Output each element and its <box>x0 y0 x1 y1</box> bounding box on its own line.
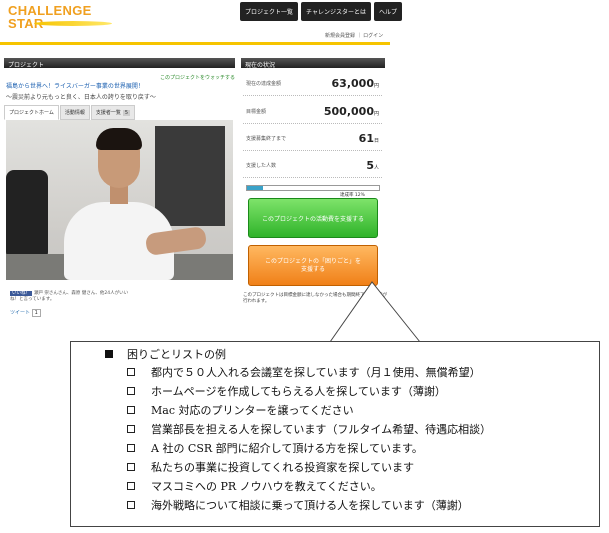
stat-value: 500,000円 <box>323 105 379 118</box>
tab-label: 活動情報 <box>64 110 85 116</box>
stat-supporters: 支援した人数 5人 <box>243 154 382 178</box>
nav-help[interactable]: ヘルプ <box>373 2 402 21</box>
support-needs-button[interactable]: このプロジェクトの「困りごと」を 支援する <box>248 245 378 286</box>
needs-list-callout: 困りごとリストの例 都内で５０人入れる会議室を探しています（月１使用、無償希望）… <box>70 341 600 527</box>
top-nav: プロジェクト一覧 チャレンジスターとは ヘルプ <box>240 2 402 21</box>
checkbox-icon <box>127 406 135 414</box>
stat-current-amount: 現在の達成金額 63,000円 <box>243 72 382 96</box>
checkbox-icon <box>127 368 135 376</box>
stat-label: 支援した人数 <box>246 163 277 169</box>
checkbox-icon <box>127 463 135 471</box>
list-item: マスコミへの PR ノウハウを教えてください。 <box>105 477 599 496</box>
login-links[interactable]: 新規会員登録 ｜ ログイン <box>325 32 383 39</box>
status-panel-header: 現在の状況 <box>241 58 385 69</box>
checkbox-icon <box>127 425 135 433</box>
stat-label: 支援募集終了まで <box>246 136 287 142</box>
checkbox-icon <box>127 387 135 395</box>
logo-swoosh <box>34 21 112 26</box>
tab-label: 支援者一覧 <box>95 110 121 116</box>
project-photo <box>6 120 233 280</box>
stat-label: 目標金額 <box>246 109 267 115</box>
list-item: 海外戦略について相談に乗って頂ける人を探しています（薄謝） <box>105 496 599 515</box>
list-item: 営業部長を担える人を探しています（フルタイム希望、待遇応相談） <box>105 420 599 439</box>
list-item: ホームページを作成してもらえる人を探しています（薄謝） <box>105 382 599 401</box>
tab-activity[interactable]: 活動情報 <box>59 105 90 120</box>
stat-value: 63,000円 <box>331 77 379 90</box>
supporter-count-badge: 5 <box>122 110 131 116</box>
tab-supporters[interactable]: 支援者一覧 5 <box>90 105 136 120</box>
project-title: 福島から世界へ！ライスバーガー事業の世界展開！ <box>6 83 144 90</box>
stat-label: 現在の達成金額 <box>246 81 282 87</box>
nav-project-list[interactable]: プロジェクト一覧 <box>240 2 299 21</box>
facebook-like[interactable]: いいね！ 瀬戸 崇さんさん、森原 健さん、他24人がいいね！と言っています。 <box>10 291 130 303</box>
checkbox-icon <box>127 444 135 452</box>
progress-fill <box>247 186 263 190</box>
project-tabs: プロジェクトホーム 活動情報 支援者一覧 5 <box>4 105 136 120</box>
stat-goal-amount: 目標金額 500,000円 <box>243 100 382 124</box>
callout-title: 困りごとリストの例 <box>127 348 226 361</box>
nav-about[interactable]: チャレンジスターとは <box>301 2 371 21</box>
stat-value: 61日 <box>358 132 379 145</box>
payment-note: このプロジェクトは目標金額に達しなかった場合も期間終了後に決済が行われます。 <box>243 293 387 304</box>
header-divider <box>0 42 390 45</box>
stat-days-left: 支援募集終了まで 61日 <box>243 127 382 151</box>
tab-label: プロジェクトホーム <box>9 110 54 116</box>
facebook-like-button[interactable]: いいね！ <box>10 291 32 296</box>
bullet-square-icon <box>105 350 113 358</box>
project-subtitle: 〜震災前より元もっと良く、日本人の誇りを取り戻す〜 <box>6 94 156 101</box>
project-panel-header: プロジェクト <box>4 58 235 69</box>
list-item: 都内で５０人入れる会議室を探しています（月１使用、無償希望） <box>105 363 599 382</box>
list-item: 私たちの事業に投資してくれる投資家を探しています <box>105 458 599 477</box>
funding-progress-bar <box>246 185 380 191</box>
tweet-widget[interactable]: ツイート 1 <box>10 309 41 317</box>
tweet-button[interactable]: ツイート <box>10 310 30 316</box>
stat-value: 5人 <box>366 159 379 172</box>
list-item: A 社の CSR 部門に紹介して頂ける方を探しています。 <box>105 439 599 458</box>
tweet-count: 1 <box>31 309 41 317</box>
checkbox-icon <box>127 482 135 490</box>
challenge-star-logo[interactable]: CHALLENGE STAR <box>8 4 92 30</box>
watch-project-link[interactable]: このプロジェクトをウォッチする <box>160 74 235 81</box>
support-activity-button[interactable]: このプロジェクトの活動費を支援する <box>248 198 378 238</box>
list-item: Mac 対応のプリンターを譲ってください <box>105 401 599 420</box>
checkbox-icon <box>127 501 135 509</box>
tab-project-home[interactable]: プロジェクトホーム <box>4 105 59 120</box>
